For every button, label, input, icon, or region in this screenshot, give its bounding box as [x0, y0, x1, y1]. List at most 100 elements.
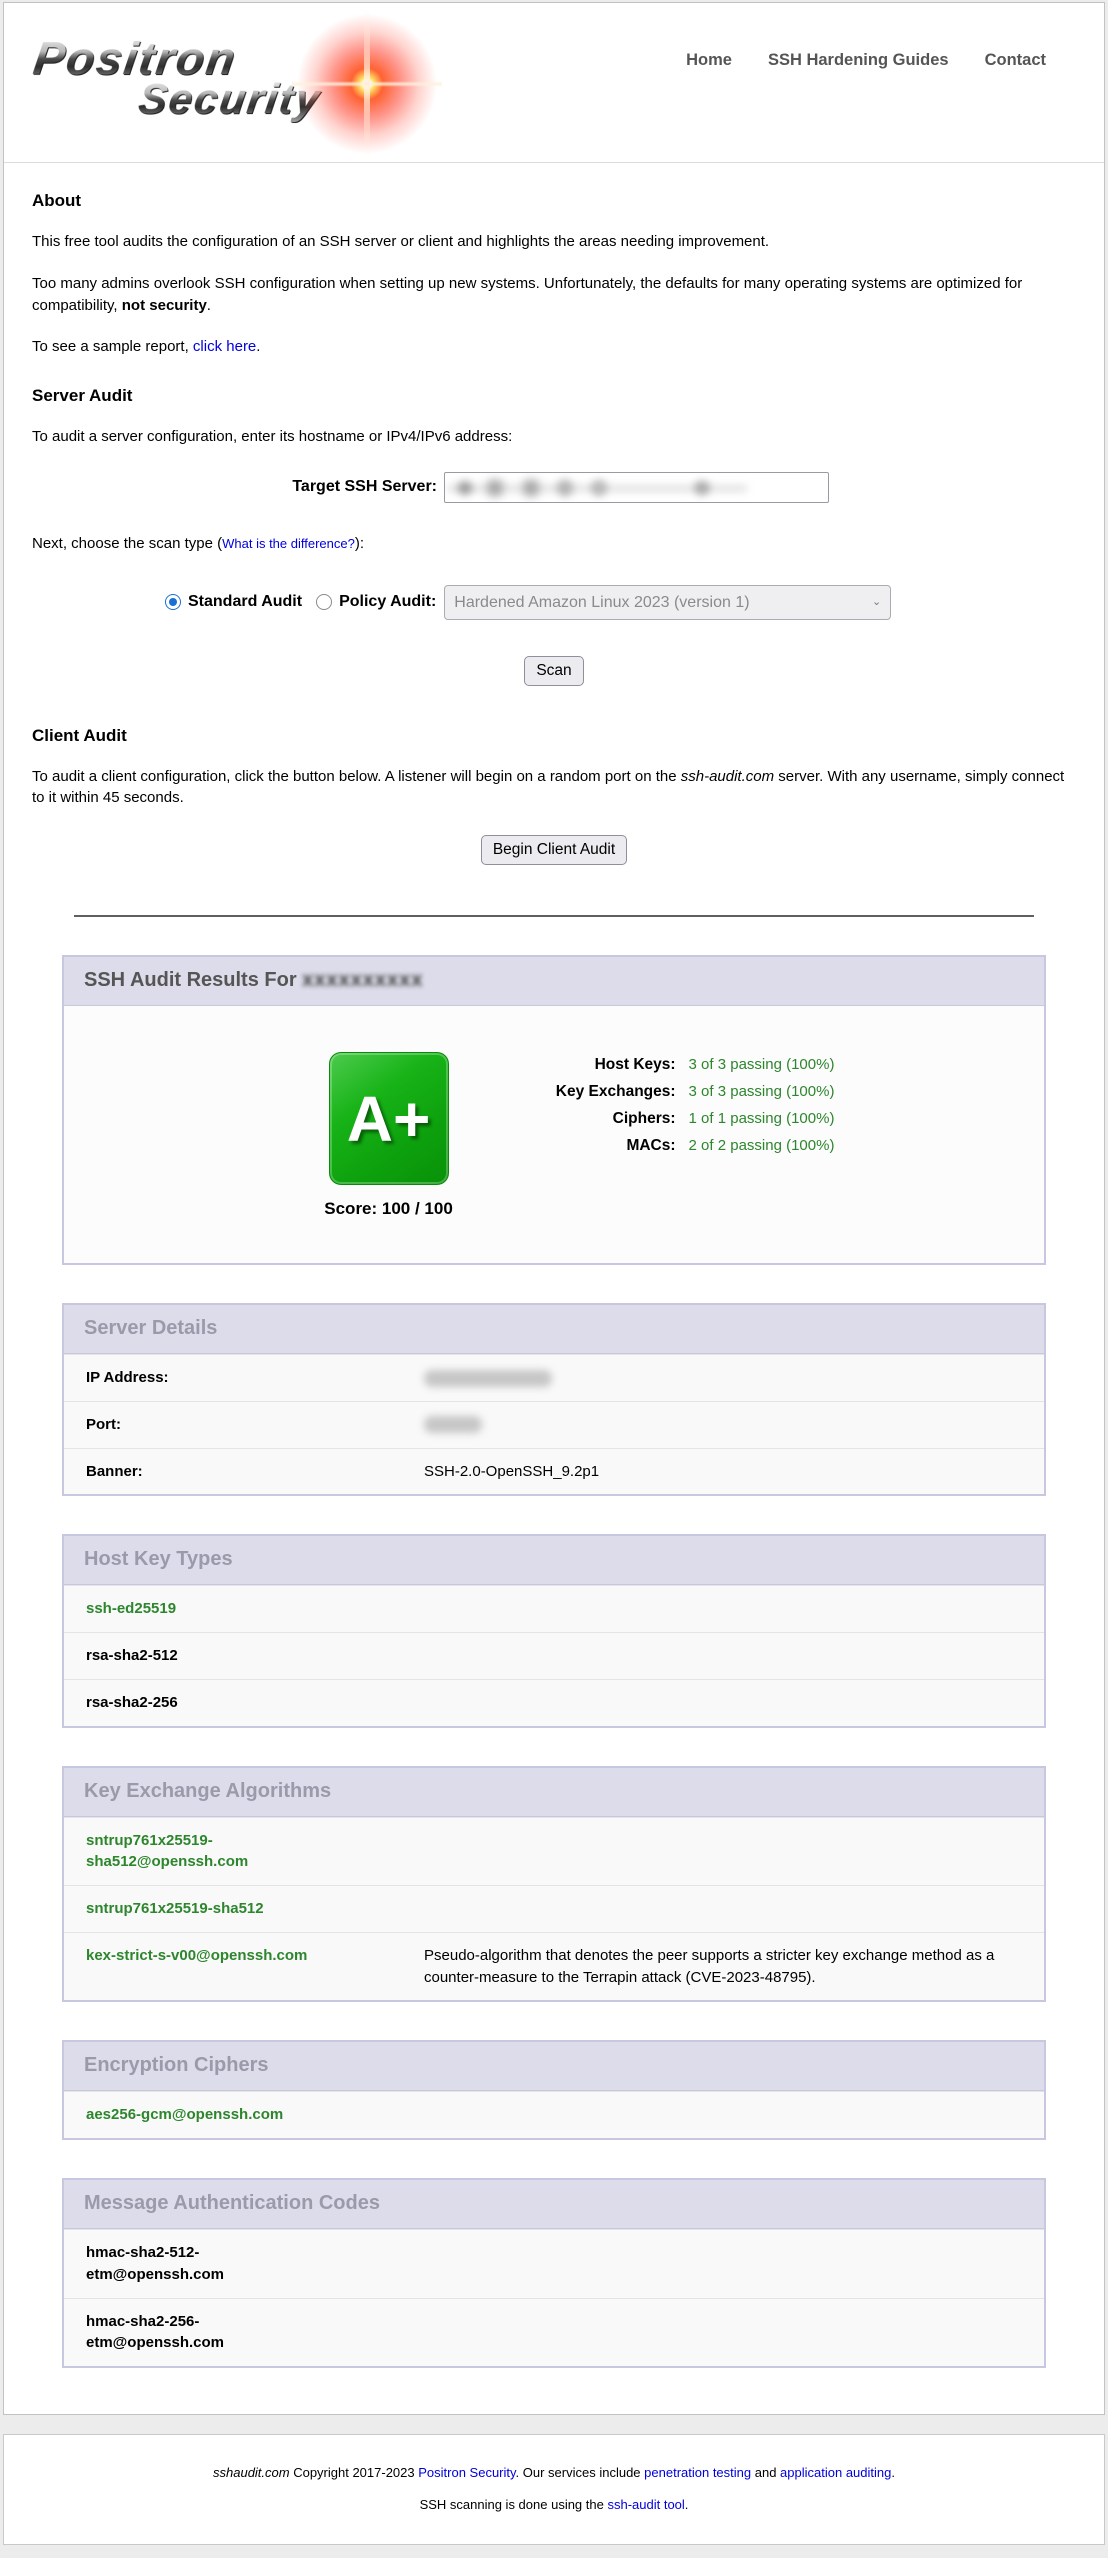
policy-selected-option: Hardened Amazon Linux 2023 (version 1) — [454, 594, 749, 611]
scan-type-options-row: Standard Audit Policy Audit: Hardened Am… — [165, 585, 1076, 620]
target-server-input[interactable] — [444, 472, 829, 503]
host-key-name: ssh-ed25519 — [86, 1600, 196, 1617]
stat-label: MACs: — [524, 1137, 689, 1155]
ip-address-value — [424, 1367, 1044, 1389]
policy-audit-label[interactable]: Policy Audit: — [339, 593, 436, 611]
chevron-down-icon: ⌄ — [872, 586, 881, 619]
server-audit-instruction: To audit a server configuration, enter i… — [32, 426, 1076, 448]
footer-copyright-text: Copyright 2017-2023 — [290, 2465, 419, 2480]
kex-name: kex-strict-s-v00@openssh.com — [86, 1945, 424, 1989]
key-exchange-header: Key Exchange Algorithms — [64, 1768, 1044, 1817]
score-text: Score: 100 / 100 — [274, 1199, 504, 1219]
table-row: Port: — [64, 1401, 1044, 1448]
footer-period: . — [891, 2465, 895, 2480]
ssh-audit-domain-text: ssh-audit.com — [681, 768, 774, 785]
nav-item-home[interactable]: Home — [686, 51, 732, 152]
penetration-testing-link[interactable]: penetration testing — [644, 2465, 751, 2480]
stat-row-ciphers: Ciphers: 1 of 1 passing (100%) — [524, 1110, 835, 1128]
port-value — [424, 1414, 1044, 1436]
stat-value: 1 of 1 passing (100%) — [689, 1110, 835, 1128]
host-key-types-panel: Host Key Types ssh-ed25519 rsa-sha2-512 … — [62, 1534, 1046, 1727]
table-row: rsa-sha2-256 — [64, 1679, 1044, 1726]
about-p2-period: . — [207, 297, 211, 314]
macs-header: Message Authentication Codes — [64, 2180, 1044, 2229]
client-audit-paragraph: To audit a client configuration, click t… — [32, 766, 1076, 810]
stat-row-host-keys: Host Keys: 3 of 3 passing (100%) — [524, 1056, 835, 1074]
table-row: hmac-sha2-512- etm@openssh.com — [64, 2229, 1044, 2298]
footer-line-1: sshaudit.com Copyright 2017-2023 Positro… — [4, 2465, 1104, 2480]
message-authentication-codes-panel: Message Authentication Codes hmac-sha2-5… — [62, 2178, 1046, 2368]
server-details-header: Server Details — [64, 1305, 1044, 1354]
port-label: Port: — [86, 1414, 424, 1436]
redacted-ip-value — [424, 1370, 552, 1387]
stat-row-macs: MACs: 2 of 2 passing (100%) — [524, 1137, 835, 1155]
stat-label: Ciphers: — [524, 1110, 689, 1128]
policy-select[interactable]: Hardened Amazon Linux 2023 (version 1) ⌄ — [444, 585, 891, 620]
key-exchange-algorithms-panel: Key Exchange Algorithms sntrup761x25519-… — [62, 1766, 1046, 2003]
footer-and-text: and — [751, 2465, 780, 2480]
scan-button[interactable]: Scan — [524, 656, 583, 686]
client-audit-button-row: Begin Client Audit — [32, 835, 1076, 865]
sample-report-link[interactable]: click here — [193, 338, 256, 355]
stat-value: 3 of 3 passing (100%) — [689, 1056, 835, 1074]
ssh-audit-tool-link[interactable]: ssh-audit tool — [607, 2497, 684, 2512]
kex-name: sntrup761x25519- sha512@openssh.com — [86, 1830, 424, 1874]
server-details-panel: Server Details IP Address: Port: Banner:… — [62, 1303, 1046, 1496]
redacted-input-value — [447, 476, 747, 500]
mac-name: hmac-sha2-512- etm@openssh.com — [86, 2244, 244, 2283]
footer-scanning-text: SSH scanning is done using the — [420, 2497, 608, 2512]
sample-report-text: To see a sample report, — [32, 338, 193, 355]
nav-item-contact[interactable]: Contact — [985, 51, 1046, 152]
begin-client-audit-button[interactable]: Begin Client Audit — [481, 835, 627, 865]
encryption-ciphers-panel: Encryption Ciphers aes256-gcm@openssh.co… — [62, 2040, 1046, 2140]
sample-report-period: . — [256, 338, 260, 355]
results-body: A+ Score: 100 / 100 Host Keys: 3 of 3 pa… — [64, 1006, 1044, 1263]
target-server-label: Target SSH Server: — [32, 478, 444, 496]
client-audit-heading: Client Audit — [32, 726, 1076, 746]
redacted-hostname: xxxxxxxxxx — [302, 969, 423, 991]
kex-name: sntrup761x25519-sha512 — [86, 1898, 424, 1920]
scan-button-row: Scan — [32, 656, 1076, 686]
banner-value: SSH-2.0-OpenSSH_9.2p1 — [424, 1461, 1044, 1483]
results-panel-header: SSH Audit Results For xxxxxxxxxx — [64, 957, 1044, 1006]
nav-item-ssh-hardening-guides[interactable]: SSH Hardening Guides — [768, 51, 949, 152]
standard-audit-radio[interactable] — [165, 594, 181, 610]
application-auditing-link[interactable]: application auditing — [780, 2465, 891, 2480]
table-row: sntrup761x25519- sha512@openssh.com — [64, 1817, 1044, 1886]
table-row: kex-strict-s-v00@openssh.com Pseudo-algo… — [64, 1932, 1044, 2001]
site-footer: sshaudit.com Copyright 2017-2023 Positro… — [3, 2434, 1105, 2545]
host-key-name: rsa-sha2-512 — [86, 1647, 198, 1664]
cipher-name: aes256-gcm@openssh.com — [86, 2106, 303, 2123]
results-stats: Host Keys: 3 of 3 passing (100%) Key Exc… — [524, 1056, 835, 1164]
kex-note: Pseudo-algorithm that denotes the peer s… — [424, 1945, 1044, 1989]
redacted-port-value — [424, 1416, 482, 1433]
results-title: SSH Audit Results For — [84, 969, 302, 991]
positron-security-logo[interactable]: Positron Security — [34, 31, 434, 152]
table-row: rsa-sha2-512 — [64, 1632, 1044, 1679]
scan-type-text: Next, choose the scan type ( — [32, 535, 222, 552]
stat-row-key-exchanges: Key Exchanges: 3 of 3 passing (100%) — [524, 1083, 835, 1101]
ip-address-label: IP Address: — [86, 1367, 424, 1389]
table-row: Banner: SSH-2.0-OpenSSH_9.2p1 — [64, 1448, 1044, 1495]
kex-note — [424, 1830, 1044, 1874]
stat-label: Host Keys: — [524, 1056, 689, 1074]
table-row: aes256-gcm@openssh.com — [64, 2091, 1044, 2138]
sample-report-paragraph: To see a sample report, click here. — [32, 336, 1076, 358]
mac-name: hmac-sha2-256- etm@openssh.com — [86, 2313, 244, 2352]
footer-line-2: SSH scanning is done using the ssh-audit… — [4, 2497, 1104, 2512]
footer-services-text: . Our services include — [516, 2465, 645, 2480]
logo-text-line2: Security — [136, 75, 324, 123]
standard-audit-label[interactable]: Standard Audit — [188, 593, 302, 611]
positron-security-link[interactable]: Positron Security — [418, 2465, 515, 2480]
main-page-card: Positron Security Home SSH Hardening Gui… — [3, 2, 1105, 2415]
main-nav: Home SSH Hardening Guides Contact — [686, 51, 1046, 152]
about-paragraph-1: This free tool audits the configuration … — [32, 231, 1076, 253]
footer-l2-period: . — [685, 2497, 689, 2512]
about-heading: About — [32, 191, 1076, 211]
stat-label: Key Exchanges: — [524, 1083, 689, 1101]
site-header: Positron Security Home SSH Hardening Gui… — [4, 3, 1104, 163]
grade-block: A+ Score: 100 / 100 — [274, 1052, 504, 1219]
policy-audit-radio[interactable] — [316, 594, 332, 610]
scan-type-difference-link[interactable]: What is the difference? — [222, 536, 355, 551]
scan-type-paragraph: Next, choose the scan type (What is the … — [32, 533, 1076, 555]
